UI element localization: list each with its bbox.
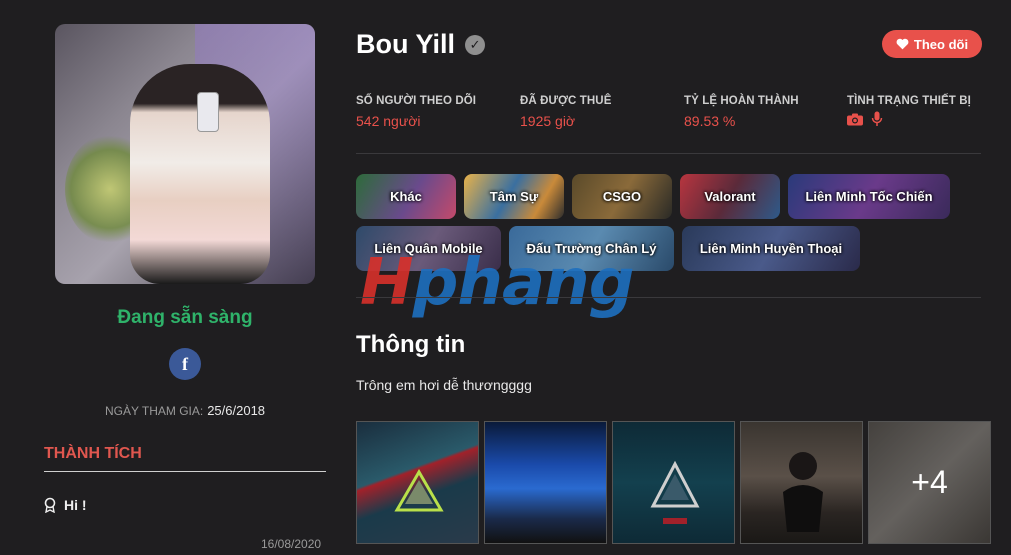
achievement-item: Hi ! (44, 497, 87, 514)
stat-devices-label: TÌNH TRẠNG THIẾT BỊ (847, 95, 971, 107)
stat-hired-label: ĐÃ ĐƯỢC THUÊ (520, 95, 612, 107)
camera-icon (847, 113, 863, 125)
profile-name: Bou Yill (356, 29, 456, 59)
stat-followers: SỐ NGƯỜI THEO DÕI 542 người (356, 95, 476, 129)
stat-followers-label: SỐ NGƯỜI THEO DÕI (356, 95, 477, 107)
gallery-thumbnail[interactable] (612, 421, 735, 544)
gallery-more-thumbnail[interactable]: +4 (868, 421, 991, 544)
follow-button[interactable]: Theo dõi (882, 30, 982, 58)
game-tag-csgo[interactable]: CSGO (572, 174, 672, 219)
verified-icon: ✓ (465, 34, 486, 55)
stat-followers-value: 542 người (356, 113, 421, 129)
stat-hired-value: 1925 giờ (520, 113, 576, 129)
gallery-thumbnail[interactable] (740, 421, 863, 544)
achievement-date: 16/08/2020 (261, 537, 322, 551)
gallery-thumbnail[interactable] (484, 421, 607, 544)
stat-completion-value: 89.53 % (684, 113, 736, 129)
stat-completion: TỶ LỆ HOÀN THÀNH 89.53 % (684, 95, 799, 129)
gallery-more-count: +4 (869, 422, 990, 543)
achievement-label: Hi ! (64, 497, 87, 513)
profile-name-row: Bou Yill ✓ (356, 29, 486, 60)
game-tag-valorant[interactable]: Valorant (680, 174, 780, 219)
stat-hired: ĐÃ ĐƯỢC THUÊ 1925 giờ (520, 95, 611, 129)
info-title: Thông tin (356, 331, 466, 358)
watermark-logo: Hphang (360, 246, 634, 320)
microphone-icon (871, 111, 883, 126)
joined-date-row: NGÀY THAM GIA: 25/6/2018 (55, 403, 315, 418)
joined-date: 25/6/2018 (207, 403, 266, 418)
medal-icon (44, 497, 56, 514)
stat-completion-label: TỶ LỆ HOÀN THÀNH (684, 95, 799, 107)
divider (356, 297, 981, 298)
follow-label: Theo dõi (913, 36, 969, 52)
profile-avatar (55, 24, 315, 284)
stat-devices: TÌNH TRẠNG THIẾT BỊ (847, 95, 971, 127)
bio-text: Trông em hơi dễ thươngggg (356, 377, 532, 393)
achievements-title: THÀNH TÍCH (44, 445, 326, 472)
game-tag-tam-su[interactable]: Tâm Sự (464, 174, 564, 219)
availability-status: Đang sẵn sàng (117, 307, 253, 328)
game-tag-khac[interactable]: Khác (356, 174, 456, 219)
heart-icon (896, 38, 909, 50)
gallery-thumbnail[interactable] (356, 421, 479, 544)
divider (356, 153, 981, 154)
joined-label: NGÀY THAM GIA: (104, 404, 204, 418)
game-tag-lien-minh-huyen-thoai[interactable]: Liên Minh Huyền Thoại (682, 226, 860, 271)
facebook-icon[interactable]: f (169, 348, 201, 380)
game-tag-lien-minh-toc-chien[interactable]: Liên Minh Tốc Chiến (788, 174, 950, 219)
